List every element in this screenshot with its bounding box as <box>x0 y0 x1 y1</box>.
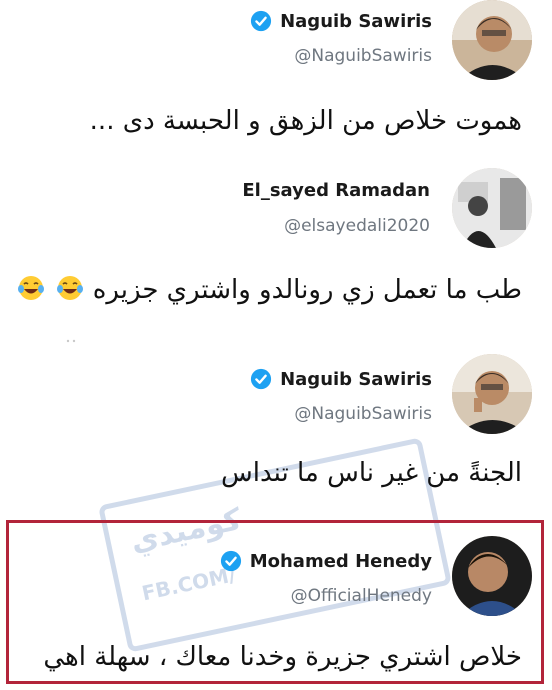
display-name: Naguib Sawiris <box>280 368 432 390</box>
avatar[interactable] <box>452 168 532 248</box>
tweet-text: خلاص اشتري جزيرة وخدنا معاك ، سهلة اهي <box>43 642 522 672</box>
user-handle[interactable]: @OfficialHenedy <box>291 586 432 606</box>
tweet-card[interactable]: Mohamed Henedy @OfficialHenedy خلاص اشتر… <box>0 524 552 684</box>
tweet-text-body: طب ما تعمل زي رونالدو واشتري جزيره <box>92 275 522 305</box>
tears-of-joy-emoji-icon <box>18 276 45 300</box>
avatar[interactable] <box>452 536 532 616</box>
avatar[interactable] <box>452 354 532 434</box>
display-name-row[interactable]: Naguib Sawiris <box>250 10 432 32</box>
display-name: El_sayed Ramadan <box>242 180 430 201</box>
divider-dots <box>66 328 80 343</box>
display-name: Mohamed Henedy <box>249 550 432 572</box>
user-handle[interactable]: @NaguibSawiris <box>294 46 432 66</box>
tweet-card[interactable]: El_sayed Ramadan @elsayedali2020 طب ما ت… <box>0 160 552 340</box>
display-name-row[interactable]: Mohamed Henedy <box>220 550 432 572</box>
display-name: Naguib Sawiris <box>280 10 432 32</box>
user-handle[interactable]: @NaguibSawiris <box>294 404 432 424</box>
verified-badge-icon <box>220 550 241 572</box>
display-name-row[interactable]: Naguib Sawiris <box>250 368 432 390</box>
avatar[interactable] <box>452 0 532 80</box>
tweet-text: هموت خلاص من الزهق و الحبسة دى ... <box>89 106 522 136</box>
user-handle[interactable]: @elsayedali2020 <box>284 216 430 236</box>
verified-badge-icon <box>251 368 272 390</box>
tweet-text: طب ما تعمل زي رونالدو واشتري جزيره <box>16 274 522 305</box>
display-name-row[interactable]: El_sayed Ramadan <box>242 180 430 201</box>
tweet-card[interactable]: Naguib Sawiris @NaguibSawiris هموت خلاص … <box>0 0 552 150</box>
tweet-text: الجنةً من غير ناس ما تنداس <box>221 458 522 488</box>
tweet-card[interactable]: Naguib Sawiris @NaguibSawiris الجنةً من … <box>0 350 552 510</box>
tears-of-joy-emoji-icon <box>56 276 83 300</box>
verified-badge-icon <box>251 10 272 32</box>
